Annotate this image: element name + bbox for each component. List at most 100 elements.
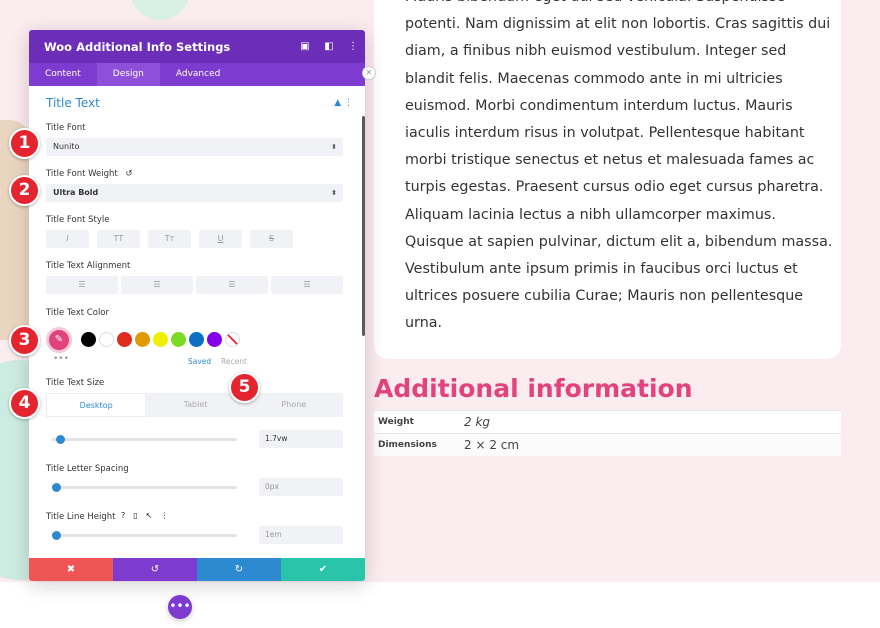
uppercase-button[interactable]: TT bbox=[97, 230, 140, 248]
callout-2: 2 bbox=[9, 175, 40, 206]
title-letter-spacing-input[interactable]: 0px bbox=[259, 478, 343, 496]
save-button[interactable]: ✔ bbox=[281, 558, 365, 581]
color-swatch[interactable] bbox=[207, 332, 222, 347]
panel-title: Woo Additional Info Settings bbox=[44, 39, 231, 54]
underline-button[interactable]: U bbox=[199, 230, 242, 248]
device-tabs: Desktop Tablet Phone bbox=[46, 393, 343, 417]
panel-body: Title Text ▲ ⋮ Title Font Nunito ⬍ Title… bbox=[29, 86, 365, 558]
callout-5: 5 bbox=[229, 372, 260, 403]
responsive-icon[interactable]: ▯ bbox=[133, 511, 137, 520]
redo-button[interactable]: ↻ bbox=[197, 558, 281, 581]
tab-phone[interactable]: Phone bbox=[245, 393, 343, 417]
alignment-buttons: ☰ ☰ ☰ ☰ bbox=[46, 276, 343, 294]
tab-desktop[interactable]: Desktop bbox=[46, 393, 147, 417]
additional-info-title: Additional information bbox=[374, 374, 693, 403]
tab-design[interactable]: Design bbox=[96, 63, 160, 86]
table-row: Weight 2 kg bbox=[374, 410, 841, 433]
panel-footer: ✖ ↺ ↻ ✔ bbox=[29, 558, 365, 581]
more-options-icon[interactable]: ⋮ bbox=[160, 511, 168, 520]
title-line-height-slider[interactable] bbox=[52, 531, 237, 540]
align-left-icon[interactable]: ☰ bbox=[46, 276, 118, 294]
no-color-swatch-icon[interactable] bbox=[225, 332, 240, 347]
title-font-style-label: Title Font Style bbox=[46, 215, 110, 225]
color-swatches bbox=[81, 332, 240, 347]
title-text-size-input[interactable]: 1.7vw bbox=[259, 430, 343, 448]
tab-content[interactable]: Content bbox=[29, 63, 97, 86]
select-arrow-icon: ⬍ bbox=[331, 189, 337, 197]
slider-handle[interactable] bbox=[52, 531, 61, 540]
align-right-icon[interactable]: ☰ bbox=[196, 276, 268, 294]
more-options-icon[interactable]: ⋮ bbox=[341, 41, 365, 52]
slider-handle[interactable] bbox=[52, 483, 61, 492]
reset-icon[interactable]: ↺ bbox=[125, 169, 132, 179]
saved-colors-tab[interactable]: Saved bbox=[188, 357, 211, 366]
description-line: blandit felis. Maecenas commodo ante in … bbox=[405, 70, 783, 87]
description-line: ultrices posuere cubilia Curae; Mauris n… bbox=[405, 288, 804, 305]
color-swatch[interactable] bbox=[189, 332, 204, 347]
font-style-buttons: I TT Tт U S bbox=[46, 230, 293, 248]
description-line: iaculis interdum risus in volutpat. Pell… bbox=[405, 125, 805, 142]
section-title[interactable]: Title Text bbox=[46, 96, 100, 110]
color-picker-icon[interactable]: ✎ bbox=[46, 327, 72, 353]
recent-colors-tab[interactable]: Recent bbox=[221, 357, 247, 366]
strikethrough-button[interactable]: S bbox=[250, 230, 293, 248]
callout-1: 1 bbox=[9, 128, 40, 159]
settings-panel: Woo Additional Info Settings ▣ ◧ ⋮ Conte… bbox=[29, 30, 365, 581]
title-font-label: Title Font bbox=[46, 123, 86, 133]
title-font-weight-label: Title Font Weight ↺ bbox=[46, 169, 133, 179]
title-font-value: Nunito bbox=[53, 142, 80, 151]
close-icon[interactable]: ✕ bbox=[362, 66, 376, 80]
discard-button[interactable]: ✖ bbox=[29, 558, 113, 581]
panel-header: Woo Additional Info Settings ▣ ◧ ⋮ bbox=[29, 30, 365, 63]
title-letter-spacing-slider[interactable] bbox=[52, 483, 237, 492]
color-swatch[interactable] bbox=[171, 332, 186, 347]
table-key: Dimensions bbox=[378, 440, 437, 450]
table-key: Weight bbox=[378, 417, 414, 427]
title-text-alignment-label: Title Text Alignment bbox=[46, 261, 131, 271]
title-text-size-slider[interactable] bbox=[52, 435, 237, 444]
split-view-icon[interactable]: ◧ bbox=[317, 41, 341, 52]
help-icon[interactable]: ? bbox=[121, 511, 125, 520]
description-line: euismod. Morbi condimentum interdum luct… bbox=[405, 97, 793, 114]
tab-tablet[interactable]: Tablet bbox=[146, 393, 244, 417]
panel-tabs: Content Design Advanced bbox=[29, 63, 365, 86]
align-justify-icon[interactable]: ☰ bbox=[271, 276, 343, 294]
slider-handle[interactable] bbox=[55, 435, 65, 444]
description-line: Aliquam lacinia lectus a nibh ullamcorpe… bbox=[405, 206, 776, 223]
additional-info-table: Weight 2 kg Dimensions 2 × 2 cm bbox=[374, 410, 841, 456]
select-arrow-icon: ⬍ bbox=[331, 143, 337, 151]
line-height-icons: ? ▯ ↖ ⋮ bbox=[121, 511, 168, 520]
hover-icon[interactable]: ↖ bbox=[146, 511, 153, 520]
table-row: Dimensions 2 × 2 cm bbox=[374, 433, 841, 456]
title-font-weight-select[interactable]: Ultra Bold ⬍ bbox=[46, 184, 343, 202]
title-font-weight-value: Ultra Bold bbox=[53, 188, 99, 197]
description-line: Vestibulum ante ipsum primis in faucibus… bbox=[405, 261, 798, 278]
align-center-icon[interactable]: ☰ bbox=[121, 276, 193, 294]
title-font-weight-label-text: Title Font Weight bbox=[46, 169, 118, 179]
callout-4: 4 bbox=[9, 388, 40, 419]
color-swatch[interactable] bbox=[81, 332, 96, 347]
title-font-select[interactable]: Nunito ⬍ bbox=[46, 138, 343, 156]
description-line: morbi tristique senectus et netus et mal… bbox=[405, 152, 815, 169]
description-line: Mauris bibendum eget dui sed vehicula. S… bbox=[405, 0, 825, 11]
title-text-size-label: Title Text Size bbox=[46, 378, 105, 388]
capitalize-button[interactable]: Tт bbox=[148, 230, 191, 248]
color-swatch[interactable] bbox=[117, 332, 132, 347]
italic-button[interactable]: I bbox=[46, 230, 89, 248]
undo-button[interactable]: ↺ bbox=[113, 558, 197, 581]
tab-advanced[interactable]: Advanced bbox=[160, 63, 236, 86]
page-footer-area bbox=[0, 582, 880, 628]
color-swatch[interactable] bbox=[99, 332, 114, 347]
color-swatch[interactable] bbox=[153, 332, 168, 347]
title-line-height-input[interactable]: 1em bbox=[259, 526, 343, 544]
scrollbar[interactable] bbox=[362, 116, 365, 336]
description-line: urna. bbox=[405, 315, 443, 332]
color-swatch[interactable] bbox=[135, 332, 150, 347]
page-settings-button[interactable]: ••• bbox=[168, 595, 192, 619]
callout-3: 3 bbox=[9, 325, 40, 356]
section-controls-icon[interactable]: ▲ ⋮ bbox=[334, 98, 353, 108]
description-line: Quisque at sapien pulvinar, dictum elit … bbox=[405, 233, 833, 250]
title-letter-spacing-label: Title Letter Spacing bbox=[46, 464, 129, 474]
more-colors-icon[interactable]: ••• bbox=[53, 354, 69, 364]
fullscreen-icon[interactable]: ▣ bbox=[293, 41, 317, 52]
